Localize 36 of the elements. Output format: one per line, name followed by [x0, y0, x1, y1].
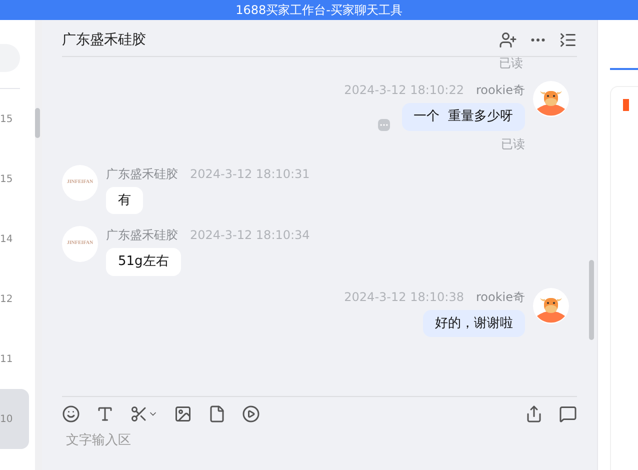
add-contact-icon[interactable] — [499, 31, 517, 49]
forward-icon[interactable] — [525, 404, 543, 422]
conversation-item[interactable]: 12 — [0, 269, 29, 329]
read-status: 已读 — [499, 57, 523, 69]
tag-icon — [623, 99, 629, 111]
read-status: 已读 — [501, 136, 525, 152]
message-time: 2024-3-12 18:10:22 — [344, 82, 464, 99]
conversation-item[interactable]: 10 — [0, 389, 29, 449]
message-time: 2024-3-12 18:10:31 — [190, 166, 310, 182]
conversation-item[interactable]: 15 — [0, 149, 29, 209]
sender-name: rookie奇 — [476, 288, 525, 306]
conversation-item[interactable]: 15 — [0, 89, 29, 149]
image-icon[interactable] — [174, 404, 192, 422]
conversation-item[interactable]: 11 — [0, 329, 29, 389]
conversation-item[interactable]: 14 — [0, 209, 29, 269]
message-bubble: 51g左右 — [106, 248, 181, 276]
bull-avatar-icon — [533, 81, 569, 117]
message-bubble: 一个 重量多少呀 — [402, 103, 525, 130]
message-time: 2024-3-12 18:10:38 — [344, 288, 464, 306]
chat-title: 广东盛禾硅胶 — [62, 30, 146, 50]
menu-icon[interactable] — [559, 31, 577, 49]
font-icon[interactable] — [96, 404, 114, 422]
message-time: 2024-3-12 18:10:34 — [190, 227, 310, 244]
sender-name: 广东盛禾硅胶 — [106, 227, 178, 244]
emoji-icon[interactable] — [62, 404, 80, 422]
chat-history-icon[interactable] — [559, 404, 577, 422]
message-input-field[interactable]: 文字输入区 — [62, 430, 577, 450]
message-bubble: 有 — [106, 186, 143, 214]
file-icon[interactable] — [208, 404, 226, 422]
sender-name: 广东盛禾硅胶 — [106, 166, 178, 182]
sender-name: rookie奇 — [476, 82, 525, 99]
window-title: 1688买家工作台-买家聊天工具 — [236, 2, 402, 19]
bull-avatar-icon — [533, 288, 569, 324]
scissors-icon[interactable] — [130, 404, 158, 422]
video-icon[interactable] — [242, 404, 260, 422]
message-bubble: 好的，谢谢啦 — [423, 310, 525, 337]
